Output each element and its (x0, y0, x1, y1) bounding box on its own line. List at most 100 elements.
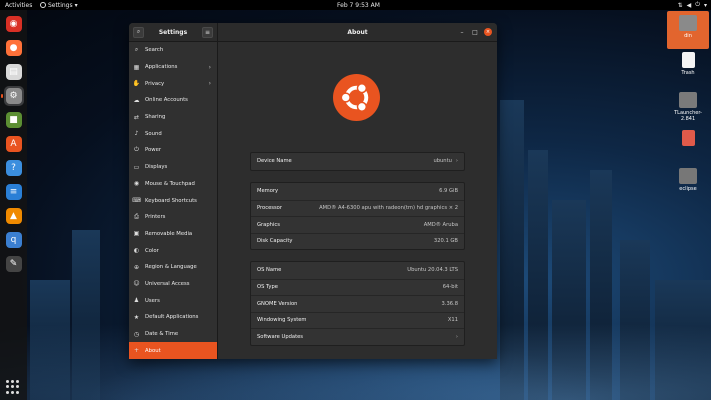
activities-button[interactable]: Activities (5, 2, 32, 9)
inkscape-launcher[interactable]: ✎ (4, 254, 24, 274)
sidebar-item-universal-access[interactable]: ☺ Universal Access (129, 276, 217, 293)
info-label: Memory (257, 188, 279, 195)
hardware-group: Memory 6.9 GiB Processor AMD® A4-6300 apu w… (250, 182, 465, 250)
sidebar-item-label: Sharing (145, 114, 166, 121)
folder-icon (679, 92, 697, 108)
sidebar-item-label: Applications (145, 64, 178, 71)
app-menu-label: Settings (48, 1, 73, 9)
sidebar-item-online-accounts[interactable]: ☁ Online Accounts (129, 92, 217, 109)
sidebar-item-color[interactable]: ◐ Color (129, 242, 217, 259)
menu-button[interactable]: ≡ (201, 26, 213, 38)
gear-icon (40, 2, 46, 8)
help-icon: ? (5, 160, 22, 176)
chevron-down-icon: ▾ (703, 1, 707, 9)
files-launcher[interactable]: ▤ (4, 62, 24, 82)
sidebar-item-mouse-touchpad[interactable]: ◉ Mouse & Touchpad (129, 176, 217, 193)
sidebar-item-privacy[interactable]: ✋ Privacy › (129, 75, 217, 92)
desktop-icon-pdf[interactable] (667, 130, 709, 148)
sidebar-item-sound[interactable]: ♪ Sound (129, 125, 217, 142)
desktop-icon-label: din (684, 33, 692, 39)
desktop-icon-din[interactable]: din (667, 11, 709, 49)
system-tray[interactable]: ⇅ ◀ ⏻ ▾ (678, 1, 707, 9)
search-button[interactable]: ⌕ (133, 26, 144, 38)
sidebar-item-icon: ♪ (134, 130, 139, 138)
desktop-icon-trash[interactable]: Trash (667, 52, 709, 76)
sidebar-item-date-time[interactable]: ◷ Date & Time (129, 326, 217, 343)
sidebar-item-about[interactable]: + About (129, 342, 217, 359)
chevron-right-icon: › (455, 158, 458, 165)
desktop-icon-label: TLauncher-2.841 (674, 110, 702, 122)
page-title: About (347, 28, 368, 36)
sidebar-item-icon: ✋ (132, 80, 141, 88)
sidebar-item-displays[interactable]: ▭ Displays (129, 159, 217, 176)
show-applications-button[interactable] (6, 380, 20, 394)
maximize-button[interactable]: □ (471, 29, 479, 36)
help-launcher[interactable]: ? (4, 158, 24, 178)
software-icon: A (5, 136, 22, 152)
sidebar-item-label: About (145, 347, 161, 354)
sidebar-item-keyboard-shortcuts[interactable]: ⌨ Keyboard Shortcuts (129, 192, 217, 209)
software-launcher[interactable]: A (4, 134, 24, 154)
info-value: X11 (447, 317, 458, 324)
sidebar-item-icon: ◷ (133, 330, 140, 338)
writer-launcher[interactable]: ≡ (4, 182, 24, 202)
info-row-os-type: OS Type 64-bit (251, 278, 464, 296)
info-value-wrap: 6.9 GiB (439, 188, 458, 194)
sidebar-item-icon: ♟ (133, 297, 140, 305)
ubuntu-logo (333, 74, 380, 121)
info-row-gnome-version: GNOME Version 3.36.8 (251, 295, 464, 312)
desktop-icon-eclipse[interactable]: eclipse (667, 168, 709, 192)
writer-icon: ≡ (5, 184, 22, 200)
sidebar-item-power[interactable]: ⏻ Power (129, 142, 217, 159)
sidebar-item-icon: ▭ (133, 163, 140, 171)
sidebar-item-removable-media[interactable]: ▣ Removable Media (129, 226, 217, 243)
info-row-software-updates[interactable]: Software Updates › (251, 328, 464, 345)
vlc-launcher[interactable]: ▲ (4, 206, 24, 226)
clock[interactable]: Feb 7 9:53 AM (337, 2, 380, 9)
sidebar-item-label: Date & Time (145, 331, 179, 338)
sidebar-item-applications[interactable]: ▦ Applications › (129, 59, 217, 76)
sidebar-item-label: Online Accounts (145, 97, 188, 104)
chrome-icon: ◉ (5, 16, 22, 32)
chrome-launcher[interactable]: ◉ (4, 14, 24, 34)
sidebar-item-icon: ★ (133, 313, 140, 321)
sidebar-item-label: Universal Access (145, 280, 190, 287)
sidebar-item-icon: ☁ (133, 96, 140, 104)
minimize-button[interactable]: – (458, 29, 466, 36)
qbittorrent-launcher[interactable]: q (4, 230, 24, 250)
sidebar-item-label: Default Applications (145, 314, 199, 321)
info-label: Windowing System (257, 317, 307, 324)
sidebar-item-icon: + (133, 347, 140, 355)
info-value-wrap: ubuntu › (433, 158, 458, 164)
sidebar-item-icon: ⇄ (133, 113, 140, 121)
vlc-icon: ▲ (5, 208, 22, 224)
sidebar-item-default-applications[interactable]: ★ Default Applications (129, 309, 217, 326)
sidebar-item-label: Search (145, 47, 164, 54)
sidebar-item-sharing[interactable]: ⇄ Sharing (129, 109, 217, 126)
sidebar-item-label: Users (145, 297, 160, 304)
firefox-launcher[interactable]: ● (4, 38, 24, 58)
desktop-icon-tlauncher[interactable]: TLauncher-2.841 (667, 92, 709, 122)
info-value: Ubuntu 20.04.3 LTS (407, 267, 458, 274)
info-row-device-name[interactable]: Device Name ubuntu › (251, 153, 464, 170)
sidebar-item-printers[interactable]: ⎙ Printers (129, 209, 217, 226)
power-icon: ⏻ (695, 1, 700, 8)
info-value: 320.1 GB (433, 238, 458, 245)
settings-launcher[interactable]: ⚙ (0, 86, 24, 106)
info-label: OS Type (257, 284, 278, 291)
info-value-wrap: AMD® A4-6300 apu with radeon(tm) hd grap… (319, 205, 458, 211)
window-titlebar[interactable]: ⌕ Settings ≡ About – □ × (129, 23, 497, 42)
chevron-right-icon: › (208, 80, 211, 88)
content-header: About – □ × (218, 23, 497, 41)
close-button[interactable]: × (484, 28, 492, 36)
sidebar-item-icon: ⏻ (134, 146, 139, 154)
inkscape-icon: ✎ (5, 256, 22, 272)
sidebar-item-icon: ⌨ (132, 197, 141, 205)
info-value-wrap: › (452, 334, 458, 340)
app-menu[interactable]: Settings ▾ (40, 2, 78, 9)
sidebar-item-users[interactable]: ♟ Users (129, 292, 217, 309)
window-controls: – □ × (458, 28, 492, 36)
sidebar-item-region-language[interactable]: ⊕ Region & Language (129, 259, 217, 276)
minecraft-launcher[interactable]: ■ (4, 110, 24, 130)
sidebar-item-search[interactable]: ⌕ Search (129, 42, 217, 59)
